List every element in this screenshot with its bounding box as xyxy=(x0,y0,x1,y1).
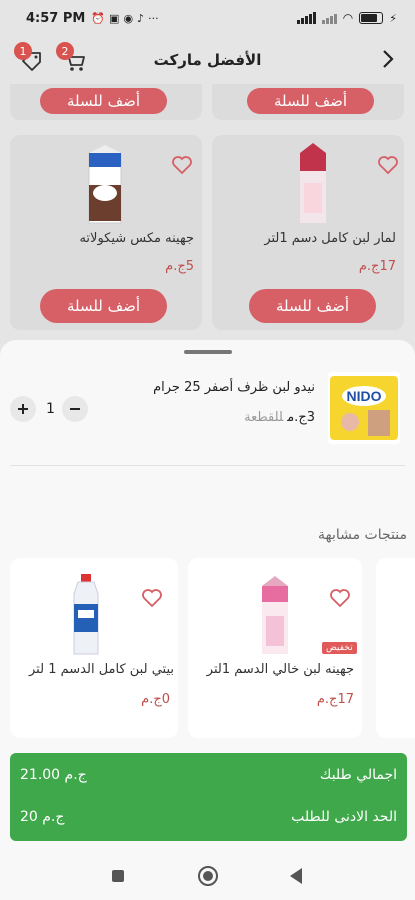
cart-item-name: نيدو لبن ظرف أصفر 25 جرام xyxy=(153,380,315,395)
minus-icon xyxy=(70,408,80,410)
add-to-cart-button[interactable]: أضف للسلة xyxy=(247,88,374,114)
wifi-icon: ◠ xyxy=(342,11,354,25)
tag-icon[interactable]: 1 xyxy=(14,42,44,72)
cart-item-logo-text: NIDO xyxy=(347,388,382,404)
product-name: جهينه مكس شيكولاته xyxy=(79,231,194,246)
order-summary[interactable]: اجمالي طلبك 21.00 ج.م الحد الادنى للطلب … xyxy=(10,753,407,841)
product-price: 5ج.م xyxy=(165,259,194,274)
product-card[interactable]: جهينه مكس شيكولاته 5ج.م أضف للسلة xyxy=(10,135,202,330)
chevron-right-icon[interactable] xyxy=(381,48,395,75)
page-title: الأفضل ماركت xyxy=(153,51,262,69)
plus-icon xyxy=(18,404,28,414)
product-name: لمار لبن كامل دسم 1لتر xyxy=(264,231,396,246)
heart-icon[interactable] xyxy=(170,153,194,177)
order-total-row: اجمالي طلبك 21.00 ج.م xyxy=(10,767,407,787)
add-to-cart-button[interactable]: أضف للسلة xyxy=(40,289,167,323)
similar-product-card[interactable]: تخفيض جهينه لبن خالي الدسم 1لتر 17ج.م xyxy=(188,558,362,738)
product-image xyxy=(73,574,99,655)
decrease-qty-button[interactable] xyxy=(62,396,88,422)
divider xyxy=(10,465,405,466)
quantity-value: 1 xyxy=(46,401,55,417)
product-name: جهينه لبن خالي الدسم 1لتر xyxy=(206,662,354,677)
heart-icon[interactable] xyxy=(328,586,352,610)
tiktok-icon: ♪ xyxy=(137,11,145,25)
heart-icon[interactable] xyxy=(376,153,400,177)
signal-icon xyxy=(296,12,316,24)
media-icon: ▣ xyxy=(109,11,120,25)
min-order-row: الحد الادنى للطلب 20 ج.م xyxy=(10,809,407,829)
min-order-value: 20 ج.م xyxy=(20,809,65,825)
product-price: 17ج.م xyxy=(316,692,354,707)
product-card: أضف للسلة xyxy=(10,84,202,120)
similar-products-title: منتجات مشابهة xyxy=(318,527,407,543)
more-notifications: ··· xyxy=(148,11,159,25)
app-icon: ◉ xyxy=(123,11,134,25)
battery-icon xyxy=(359,12,384,24)
back-button[interactable] xyxy=(290,868,302,884)
alarm-icon: ⏰ xyxy=(91,11,106,25)
cart-icon[interactable]: 2 xyxy=(56,42,86,72)
product-image xyxy=(300,143,326,223)
status-notification-icons: ⏰ ▣ ◉ ♪ ··· xyxy=(91,12,158,25)
order-total-label: اجمالي طلبك xyxy=(319,767,397,783)
charging-icon: ⚡ xyxy=(389,11,397,25)
home-button[interactable] xyxy=(198,866,218,886)
status-time: 4:57 PM xyxy=(26,10,86,26)
product-image xyxy=(262,576,288,654)
cart-item-unit: للقطعة xyxy=(244,410,284,425)
recents-button[interactable] xyxy=(112,870,124,882)
cart-item-price-amount: 3ج.م xyxy=(287,410,315,425)
increase-qty-button[interactable] xyxy=(10,396,36,422)
signal-2-icon xyxy=(321,12,337,24)
heart-icon[interactable] xyxy=(140,586,164,610)
sale-badge: تخفيض xyxy=(322,642,357,654)
system-nav-bar xyxy=(0,850,415,900)
add-to-cart-button[interactable]: أضف للسلة xyxy=(249,289,376,323)
product-image xyxy=(88,145,122,224)
cart-item-price: 3ج.مللقطعة xyxy=(244,410,315,425)
notif-badge: 1 xyxy=(14,42,32,60)
cart-item-image: NIDO xyxy=(328,372,400,444)
status-bar: 4:57 PM ⏰ ▣ ◉ ♪ ··· ◠ ⚡ xyxy=(0,0,415,36)
product-card: أضف للسلة xyxy=(212,84,404,120)
similar-product-card[interactable] xyxy=(376,558,415,738)
product-price: 17ج.م xyxy=(358,259,396,274)
min-order-label: الحد الادنى للطلب xyxy=(291,809,397,825)
cart-badge: 2 xyxy=(56,42,74,60)
product-price: 0ج.م xyxy=(141,692,170,707)
product-card[interactable]: لمار لبن كامل دسم 1لتر 17ج.م أضف للسلة xyxy=(212,135,404,330)
add-to-cart-button[interactable]: أضف للسلة xyxy=(40,88,167,114)
product-name: بيتي لبن كامل الدسم 1 لتر xyxy=(29,662,174,677)
order-total-value: 21.00 ج.م xyxy=(20,767,87,783)
similar-product-card[interactable]: بيتي لبن كامل الدسم 1 لتر 0ج.م xyxy=(10,558,178,738)
sheet-drag-handle[interactable] xyxy=(184,350,232,354)
app-header: الأفضل ماركت 1 2 xyxy=(0,36,415,84)
